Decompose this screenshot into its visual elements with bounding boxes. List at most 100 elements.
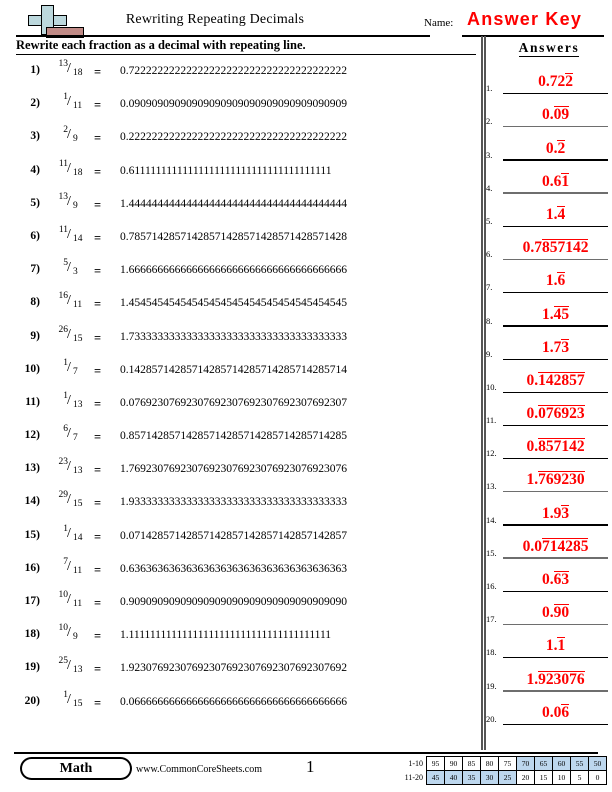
fraction-denominator: 7 [73, 366, 78, 377]
fraction-numerator: 7 [63, 556, 68, 567]
answer-value: 0.7857142 [503, 239, 608, 257]
answer-row: 13. 1.769230 [486, 462, 612, 495]
answer-prefix: 0. [526, 371, 539, 389]
decimal-expansion: 0.07142857142857142857142857142857142857 [120, 528, 347, 542]
answer-prefix: 0.6 [541, 172, 562, 190]
scale-cell: 45 [426, 770, 445, 785]
problem-row: 18) 10/9 = 1.111111111111111111111111111111… [0, 622, 478, 655]
page-title: Rewriting Repeating Decimals [125, 12, 305, 27]
problem-number: 18) [24, 628, 40, 641]
answer-value: 0.0714285 [503, 537, 608, 556]
answer-repetend-overbar: 714285 [541, 537, 589, 555]
problem-row: 9) 26/15 = 1.733333333333333333333333333333… [0, 324, 478, 357]
answer-repetend-overbar: 2 [565, 73, 573, 91]
answer-blank-line [503, 623, 608, 626]
problem-row: 1) 13/18 = 0.722222222222222222222222222222… [0, 58, 478, 91]
problem-number: 10) [24, 362, 40, 375]
fraction-denominator: 11 [73, 300, 83, 311]
problem-number: 20) [24, 694, 40, 707]
decimal-expansion: 0.14285714285714285714285714285714285714 [120, 362, 347, 376]
answer-row: 8. 1.45 [486, 296, 612, 329]
fraction-slash-icon: / [67, 326, 71, 342]
answer-value: 0.076923 [503, 405, 608, 423]
answer-list: 1. 0.722 2. 0.09 3. 0.2 4. 0.61 5. 1.4 6. 0.7857142… [486, 64, 612, 728]
answer-row: 18. 1.1 [486, 628, 612, 661]
fraction-denominator: 11 [73, 101, 83, 112]
answer-value: 0.90 [503, 604, 608, 622]
fraction: 26/15 [48, 325, 92, 349]
answer-row: 10. 0.142857 [486, 363, 612, 396]
fraction-denominator: 15 [73, 333, 83, 344]
problem-row: 8) 16/11 = 1.454545454545454545454545454545… [0, 290, 478, 323]
math-brand-label: Math [22, 759, 130, 778]
fraction-denominator: 9 [73, 632, 78, 643]
answer-repetend-overbar: 6 [557, 272, 566, 290]
answer-row: 14. 1.93 [486, 495, 612, 528]
answer-blank-line [503, 292, 608, 294]
problem-number: 14) [24, 495, 40, 508]
fraction-numerator: 1 [63, 390, 68, 401]
answer-number: 17. [486, 614, 497, 625]
answer-number: 11. [486, 415, 497, 426]
answer-prefix: 0.72 [538, 73, 566, 91]
fraction-numerator: 1 [63, 523, 68, 534]
equals-sign: = [94, 629, 102, 644]
scale-cell: 90 [444, 756, 463, 771]
answer-repetend-overbar: 142857 [538, 371, 585, 389]
scale-cell: 20 [516, 770, 535, 785]
answer-prefix: 0. [545, 139, 558, 157]
problem-row: 10) 1/7 = 0.1428571428571428571428571428571… [0, 357, 478, 390]
answer-number: 20. [486, 713, 497, 724]
fraction-numerator: 10 [58, 590, 69, 600]
fraction-denominator: 13 [73, 466, 83, 477]
decimal-expansion: 1.92307692307692307692307692307692307692 [120, 661, 347, 675]
problem-row: 17) 10/11 = 0.90909090909090909090909090909… [0, 589, 478, 622]
fraction-slash-icon: / [67, 293, 71, 309]
equals-sign: = [94, 264, 102, 279]
problem-number: 11) [25, 395, 40, 408]
answer-repetend-overbar: 4 [557, 205, 566, 223]
instruction-rule [16, 54, 476, 56]
equals-sign: = [94, 430, 102, 445]
problem-number: 2) [30, 97, 40, 110]
answer-prefix: 0. [526, 438, 539, 456]
fraction-numerator: 16 [58, 291, 69, 302]
decimal-expansion: 1.76923076923076923076923076923076923076 [120, 462, 347, 476]
answer-prefix: 0.0 [541, 703, 562, 721]
fraction-denominator: 18 [73, 167, 83, 178]
scale-cell: 5 [570, 770, 589, 785]
answer-value: 0.142857 [503, 371, 608, 390]
decimal-expansion: 0.06666666666666666666666666666666666666 [120, 694, 347, 708]
fraction: 25/13 [48, 656, 92, 680]
problem-row: 15) 1/14 = 0.071428571428571428571428571428… [0, 523, 478, 556]
answer-value: 1.93 [503, 504, 608, 523]
problem-row: 4) 11/18 = 0.611111111111111111111111111111… [0, 158, 478, 191]
problem-row: 11) 1/13 = 0.076923076923076923076923076923… [0, 390, 478, 423]
answer-row: 12. 0.857142 [486, 429, 612, 462]
answer-number: 14. [486, 514, 497, 525]
problem-number: 1) [30, 64, 40, 76]
header-rule-left [16, 35, 430, 37]
scale-cell: 75 [498, 756, 517, 771]
fraction-slash-icon: / [67, 359, 71, 375]
decimal-expansion: 0.22222222222222222222222222222222222222 [120, 130, 347, 144]
fraction-numerator: 13 [58, 191, 69, 202]
decimal-expansion: 0.09090909090909090909090909090909090909 [120, 97, 347, 111]
scale-cell: 80 [480, 756, 499, 771]
answer-value: 1.923076 [503, 670, 608, 689]
fraction: 10/11 [48, 590, 92, 614]
scale-cell: 50 [588, 756, 607, 771]
answer-number: 13. [486, 481, 497, 492]
fraction: 1/14 [48, 524, 92, 548]
fraction-slash-icon: / [67, 61, 71, 76]
fraction-numerator: 10 [58, 623, 69, 634]
equals-sign: = [94, 463, 102, 478]
answer-row: 2. 0.09 [486, 97, 612, 130]
problem-row: 16) 7/11 = 0.636363636363636363636363636363… [0, 556, 478, 589]
answer-prefix: 1.9 [541, 504, 562, 522]
fraction: 1/11 [48, 92, 92, 116]
scale-cell: 55 [570, 756, 589, 771]
fraction-slash-icon: / [67, 193, 71, 209]
answer-blank-line [503, 690, 608, 692]
equals-sign: = [94, 164, 102, 179]
